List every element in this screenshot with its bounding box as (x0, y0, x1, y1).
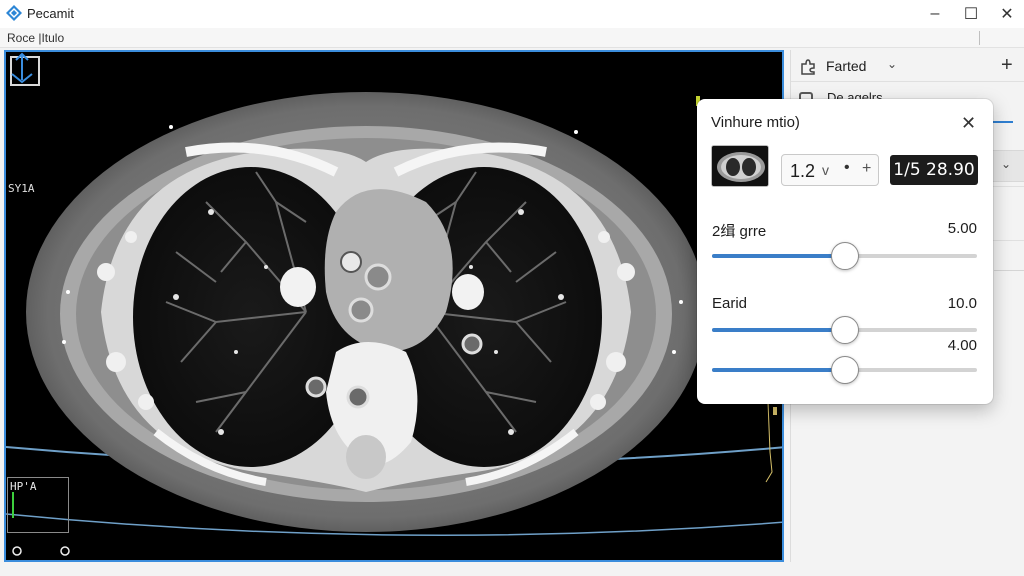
menu-separator (979, 31, 980, 45)
slider1-thumb[interactable] (830, 242, 859, 270)
slider3-thumb[interactable] (830, 356, 859, 384)
selection-indicator (991, 121, 1013, 123)
maximize-button[interactable]: ☐ (954, 0, 988, 28)
slider1-label: 2缉 grre (712, 223, 767, 240)
slider2-fill (712, 328, 845, 332)
menu-bar: Roce |Itulo (0, 28, 1024, 48)
title-bar: Pecamit – ☐ ✕ (0, 0, 1024, 28)
slider2-value: 10.0 (947, 295, 977, 312)
spin-plus-icon[interactable]: + (862, 160, 871, 178)
slider3-value: 4.00 (947, 337, 977, 354)
slider2-label: Earid (712, 295, 748, 312)
slider1-fill (712, 254, 845, 258)
settings-popup: Vinhure mtio) ✕ 1.2 v • + 1/5 28.90 2缉 g… (697, 99, 993, 404)
close-button[interactable]: ✕ (990, 0, 1024, 28)
slider3-track[interactable] (712, 356, 977, 384)
divider (991, 240, 1024, 241)
thumbnail-image[interactable] (711, 145, 769, 187)
slider3-fill (712, 368, 845, 372)
circle-icon[interactable] (12, 546, 22, 556)
chevron-down-icon: ⌄ (1001, 157, 1012, 171)
divider (991, 186, 1024, 187)
minimize-button[interactable]: – (918, 0, 952, 28)
circle-icon[interactable] (60, 546, 70, 556)
panel-header-label: Farted (826, 58, 867, 74)
menu-item-roce[interactable]: Roce |Itulo (7, 31, 64, 45)
slider1-value: 5.00 (947, 220, 977, 237)
slider1-track[interactable] (712, 242, 977, 270)
ct-scan-image (6, 52, 782, 560)
panel-header[interactable]: Farted ⌄ + (791, 50, 1024, 82)
popup-close-icon[interactable]: ✕ (961, 113, 976, 134)
minimize-icon: – (930, 5, 940, 22)
app-title: Pecamit (27, 6, 74, 21)
slider2-thumb[interactable] (830, 316, 859, 344)
orientation-arrows-icon[interactable] (6, 52, 38, 84)
puzzle-icon (801, 59, 815, 75)
add-icon[interactable]: + (1001, 54, 1013, 77)
spin-value: 1.2 (790, 161, 816, 181)
spin-down-icon[interactable]: v (822, 162, 829, 178)
close-icon: ✕ (1000, 6, 1014, 23)
series-label: SY1A (8, 182, 35, 195)
chevron-down-icon[interactable]: ⌄ (887, 57, 897, 71)
spin-box[interactable]: 1.2 v • + (781, 154, 879, 186)
spin-dot: • (844, 159, 850, 176)
dark-readout: 1/5 28.90 (890, 155, 978, 185)
app-logo-icon (6, 5, 22, 21)
popup-title: Vinhure mtio) (711, 114, 800, 131)
mini-panel-bar (12, 492, 14, 518)
status-bar (0, 562, 1024, 576)
image-viewport[interactable]: SY1A HP'A (4, 50, 784, 562)
thumbnail-scan (712, 146, 768, 186)
mini-panel: HP'A (7, 477, 69, 533)
slider2-track[interactable] (712, 316, 977, 344)
divider (994, 270, 1024, 271)
maximize-icon: ☐ (963, 6, 979, 23)
